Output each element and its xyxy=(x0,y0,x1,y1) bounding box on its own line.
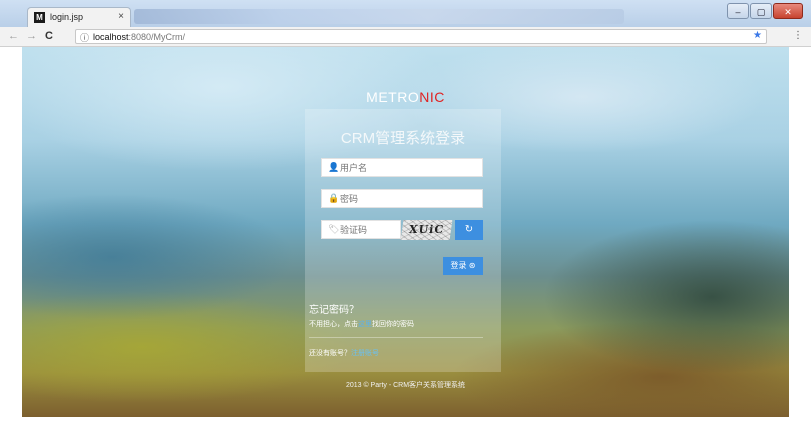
minimize-button[interactable]: – xyxy=(727,3,749,19)
url-path: :8080/MyCrm/ xyxy=(128,32,186,42)
password-input[interactable] xyxy=(340,191,480,206)
browser-tab-active[interactable]: M login.jsp × xyxy=(27,7,131,27)
address-bar[interactable]: ⓘ localhost:8080/MyCrm/ ★ xyxy=(75,29,767,44)
forgot-desc-text-1: 不用担心，点击 xyxy=(309,321,358,328)
lock-icon: 🔒 xyxy=(328,193,340,203)
url-text: localhost:8080/MyCrm/ xyxy=(93,32,185,42)
browser-toolbar: ← → C ⓘ localhost:8080/MyCrm/ ★ ⋮ xyxy=(0,27,811,47)
bookmark-star-icon[interactable]: ★ xyxy=(753,30,762,41)
other-browser-tabs[interactable] xyxy=(134,9,624,24)
site-info-icon[interactable]: ⓘ xyxy=(80,31,89,44)
tab-favicon-icon: M xyxy=(34,12,45,23)
password-field[interactable]: 🔒 xyxy=(321,189,483,208)
url-host: localhost xyxy=(93,32,129,42)
login-page: METRONIC CRM管理系统登录 👤 🔒 🏷 XUiC ↻ 登录 ⊛ 忘记密… xyxy=(22,47,789,417)
register-link[interactable]: 注册账号 xyxy=(351,350,379,357)
refresh-icon: ↻ xyxy=(464,224,474,235)
page-footer: 2013 © Party - CRM客户关系管理系统 xyxy=(345,382,466,389)
tag-icon: 🏷 xyxy=(328,224,340,234)
tab-title: login.jsp xyxy=(50,12,84,22)
back-button[interactable]: ← xyxy=(8,30,19,42)
captcha-image[interactable]: XUiC xyxy=(400,220,453,240)
username-field[interactable]: 👤 xyxy=(321,158,483,177)
window-controls: – ▢ ✕ xyxy=(726,2,803,20)
login-form: CRM管理系统登录 👤 🔒 🏷 XUiC ↻ 登录 ⊛ 忘记密码？ 不用担心，点… xyxy=(305,109,501,372)
login-button[interactable]: 登录 ⊛ xyxy=(443,257,483,275)
divider xyxy=(309,337,483,338)
refresh-captcha-button[interactable]: ↻ xyxy=(455,220,483,240)
close-window-button[interactable]: ✕ xyxy=(773,3,803,19)
brand-logo-part1: METRO xyxy=(366,89,420,105)
forgot-password-link[interactable]: 这里 xyxy=(358,321,372,328)
captcha-input[interactable] xyxy=(340,222,396,237)
brand-logo-part2: NIC xyxy=(419,89,445,105)
forgot-password-title: 忘记密码？ xyxy=(309,305,359,316)
forward-button[interactable]: → xyxy=(26,30,37,42)
brand-logo: METRONIC xyxy=(22,89,789,105)
login-title: CRM管理系统登录 xyxy=(340,130,466,147)
register-prompt: 还没有账号？注册账号 xyxy=(309,348,379,358)
browser-menu-icon[interactable]: ⋮ xyxy=(793,30,803,41)
register-prompt-text: 还没有账号？ xyxy=(309,350,351,357)
tab-close-icon[interactable]: × xyxy=(118,11,124,22)
username-input[interactable] xyxy=(340,160,480,175)
reload-button[interactable]: C xyxy=(45,30,53,42)
maximize-button[interactable]: ▢ xyxy=(750,3,772,19)
forgot-desc-text-2: 找回你的密码 xyxy=(372,321,414,328)
browser-titlebar: M login.jsp × – ▢ ✕ xyxy=(0,0,811,27)
captcha-field[interactable]: 🏷 xyxy=(321,220,401,239)
user-icon: 👤 xyxy=(328,162,340,172)
forgot-password-desc: 不用担心，点击这里找回你的密码 xyxy=(309,319,414,329)
